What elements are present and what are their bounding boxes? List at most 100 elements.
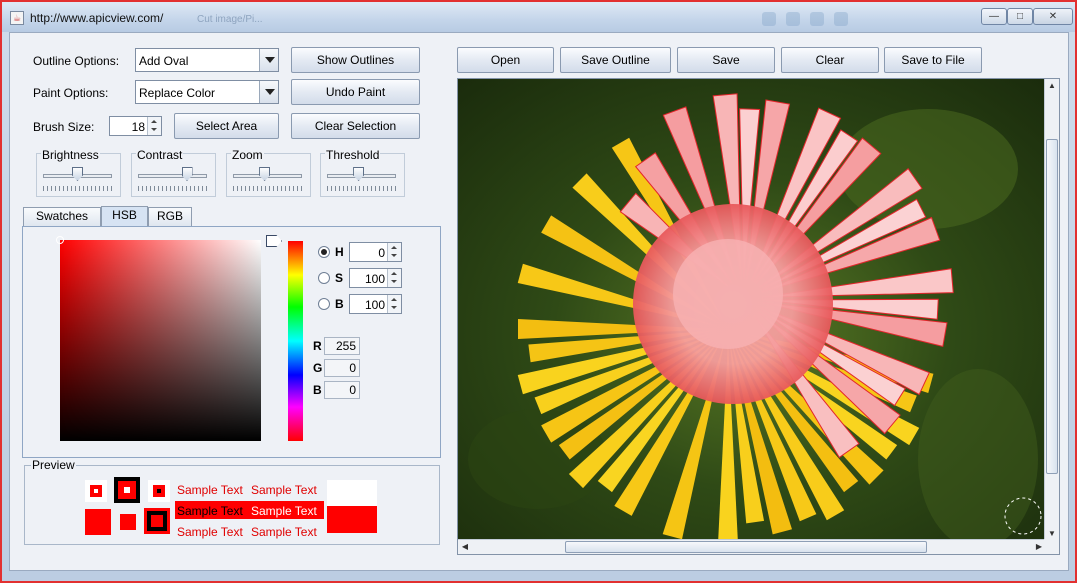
tab-hsb[interactable]: HSB — [101, 206, 148, 226]
vertical-scrollbar[interactable]: ▲ ▼ — [1044, 79, 1059, 541]
sample-text-red: Sample Text — [177, 525, 243, 539]
tab-rgb[interactable]: RGB — [148, 207, 192, 226]
minimize-button[interactable]: — — [981, 8, 1007, 25]
brush-size-spinner[interactable]: 18 — [109, 116, 162, 136]
spinner-arrows-icon[interactable] — [387, 243, 401, 261]
contrast-slider-group: Contrast — [131, 148, 216, 197]
vertical-scroll-thumb[interactable] — [1046, 139, 1058, 474]
tab-rgb-label: RGB — [156, 209, 183, 223]
outline-options-label: Outline Options: — [33, 54, 120, 68]
sample-text-white-on-red: Sample Text — [251, 504, 317, 518]
brightness-ticks — [43, 186, 112, 191]
contrast-track[interactable] — [138, 174, 207, 178]
brightness-radio[interactable] — [318, 298, 330, 310]
tray-icon — [810, 12, 824, 26]
threshold-label: Threshold — [325, 148, 381, 162]
hue-label: H — [335, 245, 344, 259]
dandelion-image[interactable] — [458, 79, 1046, 541]
close-button[interactable]: ✕ — [1033, 8, 1073, 25]
window-title: http://www.apicview.com/ — [30, 11, 164, 25]
save-button[interactable]: Save — [677, 47, 775, 73]
app-window: ☕ http://www.apicview.com/ Cut image/Pi.… — [0, 0, 1077, 583]
title-bar: ☕ http://www.apicview.com/ Cut image/Pi.… — [2, 2, 1075, 32]
sample-text-red: Sample Text — [251, 525, 317, 539]
paint-options-dropdown[interactable]: Replace Color — [135, 80, 279, 104]
preview-swatch-inner — [90, 485, 102, 497]
brightness-slider-group: Brightness — [36, 148, 121, 197]
scroll-corner — [1044, 539, 1059, 554]
contrast-label: Contrast — [136, 148, 184, 162]
maximize-button[interactable]: □ — [1007, 8, 1033, 25]
preview-swatch-dot — [94, 489, 98, 493]
scroll-up-icon[interactable]: ▲ — [1045, 79, 1059, 93]
preview-swatch-black-frame — [114, 477, 140, 503]
preview-swatch-white-small — [85, 480, 107, 502]
zoom-label: Zoom — [231, 148, 264, 162]
save-outline-button[interactable]: Save Outline — [560, 47, 671, 73]
clear-selection-button[interactable]: Clear Selection — [291, 113, 420, 139]
threshold-slider-thumb[interactable] — [353, 167, 365, 181]
brightness-hsb-label: B — [335, 297, 344, 311]
horizontal-scrollbar[interactable]: ◀ ▶ — [458, 539, 1046, 554]
paint-options-value: Replace Color — [139, 86, 216, 100]
brightness-value: 100 — [364, 298, 385, 312]
color-picker-cursor-icon[interactable] — [56, 236, 64, 244]
java-app-icon: ☕ — [10, 11, 24, 25]
hue-value: 0 — [378, 246, 385, 260]
preview-swatch-inner — [118, 481, 136, 499]
tray-icon — [786, 12, 800, 26]
tab-swatches[interactable]: Swatches — [23, 207, 101, 226]
preview-swatch-inner — [147, 511, 167, 531]
zoom-slider-group: Zoom — [226, 148, 311, 197]
saturation-spinner[interactable]: 100 — [349, 268, 402, 288]
hue-strip[interactable] — [288, 241, 303, 441]
preview-label: Preview — [31, 458, 76, 472]
green-value: 0 — [324, 359, 360, 377]
saturation-label: S — [335, 271, 344, 285]
save-to-file-button[interactable]: Save to File — [884, 47, 982, 73]
undo-paint-button[interactable]: Undo Paint — [291, 79, 420, 105]
outline-options-dropdown[interactable]: Add Oval — [135, 48, 279, 72]
brightness-spinner[interactable]: 100 — [349, 294, 402, 314]
zoom-slider-thumb[interactable] — [259, 167, 271, 181]
outline-options-value: Add Oval — [139, 54, 189, 68]
hue-marker-icon[interactable] — [266, 235, 282, 247]
scroll-left-icon[interactable]: ◀ — [458, 540, 472, 554]
brush-size-value: 18 — [131, 120, 145, 134]
preview-swatch-dot — [151, 515, 163, 527]
hue-radio[interactable] — [318, 246, 330, 258]
leaf-blur — [918, 369, 1038, 541]
tray-icon — [762, 12, 776, 26]
contrast-slider-thumb[interactable] — [181, 167, 193, 181]
preview-swatch-black-red — [144, 508, 170, 534]
open-button[interactable]: Open — [457, 47, 554, 73]
spinner-arrows-icon[interactable] — [387, 295, 401, 313]
spinner-arrows-icon[interactable] — [147, 117, 161, 135]
image-viewport[interactable]: ▲ ▼ ◀ ▶ — [457, 78, 1060, 555]
zoom-ticks — [233, 186, 302, 191]
saturation-radio[interactable] — [318, 272, 330, 284]
sample-text-black-on-red: Sample Text — [177, 504, 243, 518]
brightness-label: Brightness — [41, 148, 100, 162]
show-outlines-button[interactable]: Show Outlines — [291, 47, 420, 73]
spinner-arrows-icon[interactable] — [387, 269, 401, 287]
chevron-down-icon[interactable] — [259, 49, 278, 71]
brightness-slider-thumb[interactable] — [72, 167, 83, 181]
threshold-slider-group: Threshold — [320, 148, 405, 197]
preview-swatch-red-small — [148, 480, 170, 502]
red-label: R — [313, 339, 322, 353]
preview-swatch-dot — [157, 489, 161, 493]
tab-hsb-label: HSB — [112, 208, 137, 222]
clear-button[interactable]: Clear — [781, 47, 879, 73]
select-area-button[interactable]: Select Area — [174, 113, 279, 139]
hue-spinner[interactable]: 0 — [349, 242, 402, 262]
blue-label: B — [313, 383, 322, 397]
flower-center-highlight — [673, 239, 783, 349]
horizontal-scroll-thumb[interactable] — [565, 541, 927, 553]
tab-swatches-label: Swatches — [35, 209, 89, 223]
background-window-title: Cut image/Pi... — [197, 14, 263, 25]
chevron-down-icon[interactable] — [259, 81, 278, 103]
paint-options-label: Paint Options: — [33, 86, 109, 100]
preview-swatch-dot — [124, 487, 130, 493]
saturation-brightness-field[interactable] — [60, 240, 261, 441]
